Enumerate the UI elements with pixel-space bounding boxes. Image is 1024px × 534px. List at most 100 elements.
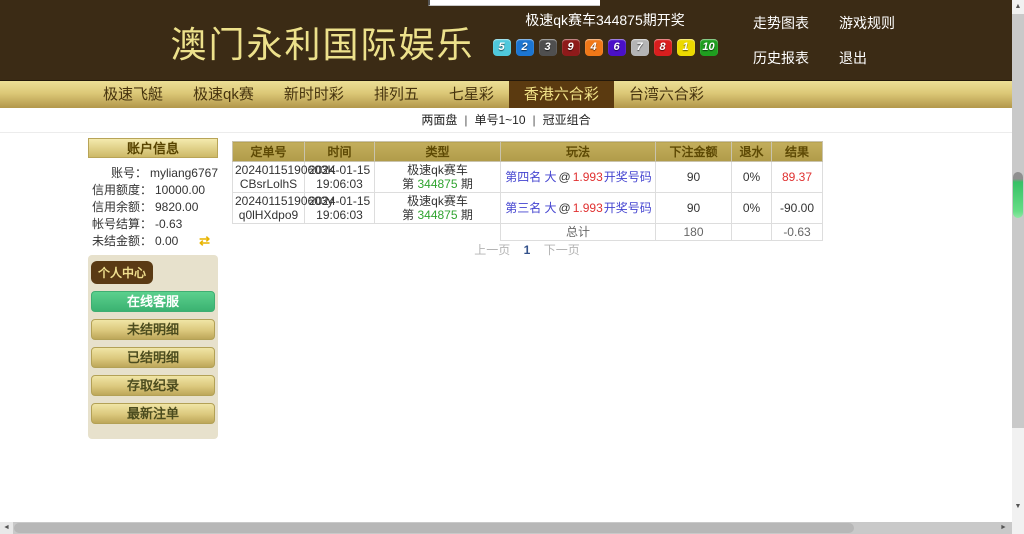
lottery-ball: 10 (700, 39, 718, 56)
scrollbar-horizontal-thumb[interactable] (14, 523, 854, 533)
deposit-records-button[interactable]: 存取纪录 (91, 375, 215, 396)
lottery-ball: 9 (562, 39, 580, 56)
subnav-link-two-sided[interactable]: 两面盘 (421, 113, 457, 127)
sidebar-buttons: 在线客服 未结明细 已结明细 存取纪录 最新注单 (90, 291, 216, 424)
field-value: 0.00 (155, 234, 178, 248)
top-header: 澳门永利国际娱乐 极速qk赛车344875期开奖 5 2 3 9 4 6 7 8… (0, 0, 1024, 80)
th-order-id: 定单号 (233, 142, 305, 162)
lottery-ball: 8 (654, 39, 672, 56)
nav-tab-speed-airship[interactable]: 极速飞艇 (88, 81, 178, 108)
field-value: 10000.00 (155, 183, 205, 197)
online-service-button[interactable]: 在线客服 (91, 291, 215, 312)
lottery-ball: 7 (631, 39, 649, 56)
sidebar: 账户信息 账号： myliang6767 信用额度： 10000.00 信用余额… (88, 138, 218, 439)
nav-tab-tw-mark-six[interactable]: 台湾六合彩 (614, 81, 719, 108)
odds-value: 1.993 (573, 170, 603, 184)
unsettled-details-button[interactable]: 未结明细 (91, 319, 215, 340)
nav-tab-new-ssc[interactable]: 新时时彩 (269, 81, 359, 108)
issue-number: 344875 (417, 177, 457, 191)
lottery-ball: 2 (516, 39, 534, 56)
nav-tab-speed-qk-racing[interactable]: 极速qk赛 (178, 81, 269, 108)
th-type: 类型 (375, 142, 501, 162)
subnav-link-single-number[interactable]: 单号1~10 (474, 113, 525, 127)
play-name: 第四名 大 (505, 170, 556, 184)
total-spacer-cell (233, 224, 501, 241)
play-name: 第三名 大 (505, 201, 556, 215)
personal-center-panel: 个人中心 在线客服 未结明细 已结明细 存取纪录 最新注单 (88, 255, 218, 439)
account-info-title: 账户信息 (88, 138, 218, 158)
bet-time: 2024-01-1519:06:03 (305, 193, 375, 224)
total-amount: 180 (656, 224, 732, 241)
field-value: 9820.00 (155, 200, 198, 214)
lottery-ball: 5 (493, 39, 511, 56)
th-time: 时间 (305, 142, 375, 162)
scrollbar-vertical[interactable]: ▲ ▼ (1012, 0, 1024, 522)
field-value: myliang6767 (150, 166, 218, 180)
bet-type: 极速qk赛车 第 344875 期 (375, 193, 501, 224)
scroll-left-arrow-icon[interactable]: ◄ (0, 522, 13, 534)
scroll-up-arrow-icon[interactable]: ▲ (1012, 0, 1024, 14)
lottery-balls-row: 5 2 3 9 4 6 7 8 1 10 (484, 39, 726, 56)
scrollbar-corner (1012, 522, 1024, 534)
settled-details-button[interactable]: 已结明细 (91, 347, 215, 368)
bet-amount: 90 (656, 162, 732, 193)
bet-type: 极速qk赛车 第 344875 期 (375, 162, 501, 193)
draw-numbers-link[interactable]: 开奖号码 (604, 201, 652, 215)
subnav-separator: | (464, 113, 467, 127)
scroll-down-arrow-icon[interactable]: ▼ (1012, 500, 1024, 514)
result: 89.37 (772, 162, 823, 193)
top-links: 走势图表 游戏规则 历史报表 退出 (753, 13, 895, 68)
bets-table: 定单号 时间 类型 玩法 下注金额 退水 结果 20240115190603KC… (232, 141, 823, 241)
nav-tab-pailiewu[interactable]: 排列五 (359, 81, 434, 108)
account-field-unsettled: 未结金额： 0.00 ⇄ (88, 232, 218, 249)
bet-amount: 90 (656, 193, 732, 224)
total-result: -0.63 (772, 224, 823, 241)
scrollbar-vertical-thumb[interactable] (1013, 172, 1023, 218)
personal-center-tag: 个人中心 (91, 261, 153, 284)
link-history-report[interactable]: 历史报表 (753, 48, 817, 68)
account-field-username: 账号： myliang6767 (88, 164, 218, 181)
link-logout[interactable]: 退出 (839, 48, 895, 68)
th-rebate: 退水 (732, 142, 772, 162)
rebate: 0% (732, 162, 772, 193)
nav-tab-hk-mark-six[interactable]: 香港六合彩 (509, 81, 614, 108)
draw-announcement: 极速qk赛车344875期开奖 5 2 3 9 4 6 7 8 1 10 (484, 10, 726, 56)
table-row: 20240115190603KCBsrLolhS 2024-01-1519:06… (233, 162, 823, 193)
account-field-credit-balance: 信用余额： 9820.00 (88, 198, 218, 215)
table-row: 20240115190603yq0lHXdpo9 2024-01-1519:06… (233, 193, 823, 224)
lottery-ball: 3 (539, 39, 557, 56)
order-id: 20240115190603KCBsrLolhS (233, 162, 305, 193)
field-label: 信用余额： (88, 198, 152, 215)
th-bet-amount: 下注金额 (656, 142, 732, 162)
lottery-ball: 4 (585, 39, 603, 56)
sub-nav: 两面盘 | 单号1~10 | 冠亚组合 (0, 108, 1012, 133)
field-value: -0.63 (155, 217, 182, 231)
subnav-separator: | (533, 113, 536, 127)
latest-bets-button[interactable]: 最新注单 (91, 403, 215, 424)
link-game-rules[interactable]: 游戏规则 (839, 13, 895, 33)
th-play: 玩法 (501, 142, 656, 162)
result: -90.00 (772, 193, 823, 224)
announcement-text: 极速qk赛车344875期开奖 (484, 10, 726, 30)
subnav-link-champion-pair[interactable]: 冠亚组合 (543, 113, 591, 127)
nav-tab-qixingcai[interactable]: 七星彩 (434, 81, 509, 108)
field-label: 账号： (88, 164, 147, 181)
draw-numbers-link[interactable]: 开奖号码 (604, 170, 652, 184)
total-rebate (732, 224, 772, 241)
pagination-current[interactable]: 1 (524, 243, 531, 257)
lottery-ball: 1 (677, 39, 695, 56)
rebate: 0% (732, 193, 772, 224)
scrollbar-horizontal[interactable]: ◄ ► (0, 522, 1012, 534)
play-cell: 第四名 大@1.993开奖号码 (501, 162, 656, 193)
table-header-row: 定单号 时间 类型 玩法 下注金额 退水 结果 (233, 142, 823, 162)
pagination-next[interactable]: 下一页 (544, 243, 580, 257)
lottery-ball: 6 (608, 39, 626, 56)
pagination-prev[interactable]: 上一页 (474, 243, 510, 257)
scroll-right-arrow-icon[interactable]: ► (997, 522, 1010, 534)
account-field-settlement: 帐号结算： -0.63 (88, 215, 218, 232)
total-row: 总计 180 -0.63 (233, 224, 823, 241)
th-result: 结果 (772, 142, 823, 162)
top-white-strip (428, 0, 600, 6)
link-trend-chart[interactable]: 走势图表 (753, 13, 817, 33)
refresh-icon[interactable]: ⇄ (199, 233, 210, 249)
